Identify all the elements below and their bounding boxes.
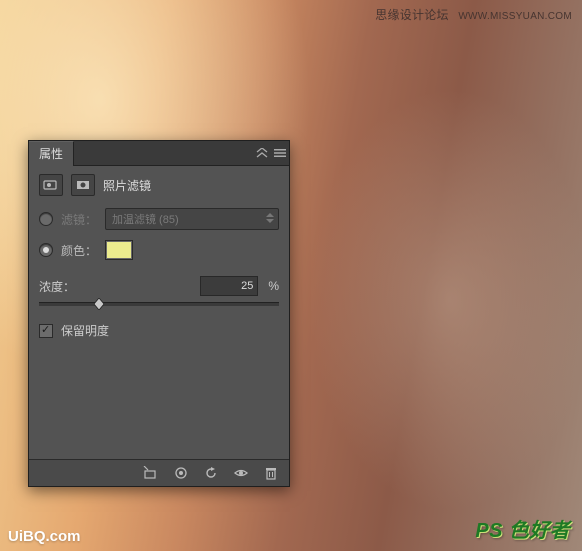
toggle-visibility-icon[interactable]: [231, 464, 251, 482]
color-row: 颜色：: [39, 240, 279, 260]
reset-icon[interactable]: [201, 464, 221, 482]
density-row: 浓度： 25 %: [39, 276, 279, 306]
color-label: 颜色：: [61, 242, 97, 259]
view-previous-state-icon[interactable]: [171, 464, 191, 482]
preserve-luminosity-checkbox[interactable]: [39, 324, 53, 338]
delete-icon[interactable]: [261, 464, 281, 482]
density-slider[interactable]: [39, 302, 279, 306]
panel-menu-icon[interactable]: [271, 145, 289, 161]
panel-footer: [29, 459, 289, 486]
filter-select[interactable]: 加温滤镜 (85): [105, 208, 279, 230]
watermark-top: 思缘设计论坛 WWW.MISSYUAN.COM: [375, 6, 572, 23]
filter-label: 滤镜：: [61, 211, 97, 228]
adjustment-layer-icon[interactable]: [39, 174, 63, 196]
watermark-bottom-left: UiBQ.com: [8, 528, 81, 545]
filter-row: 滤镜： 加温滤镜 (85): [39, 208, 279, 230]
preserve-luminosity-row: 保留明度: [39, 322, 279, 339]
watermark-top-text: 思缘设计论坛: [375, 8, 448, 22]
mask-icon[interactable]: [71, 174, 95, 196]
clip-to-layer-icon[interactable]: [141, 464, 161, 482]
panel-title-row: 照片滤镜: [39, 174, 279, 196]
panel-tab-properties[interactable]: 属性: [29, 141, 74, 166]
properties-panel: 属性 照片滤镜 滤镜： 加温滤镜 (85): [28, 140, 290, 487]
panel-body: 照片滤镜 滤镜： 加温滤镜 (85) 颜色： 浓度： 25 %: [29, 166, 289, 459]
preserve-luminosity-label: 保留明度: [61, 322, 109, 339]
slider-thumb-icon[interactable]: [94, 298, 104, 310]
watermark-bottom-right: PS 色好者: [475, 514, 570, 543]
density-value-input[interactable]: 25: [200, 276, 258, 296]
color-radio[interactable]: [39, 243, 53, 257]
filter-radio[interactable]: [39, 212, 53, 226]
panel-title: 照片滤镜: [103, 177, 151, 194]
color-swatch[interactable]: [105, 240, 133, 260]
dropdown-caret-icon: [266, 213, 274, 226]
density-unit: %: [268, 279, 279, 293]
filter-select-value: 加温滤镜 (85): [112, 211, 179, 227]
density-label: 浓度：: [39, 278, 75, 295]
panel-tabbar: 属性: [29, 141, 289, 166]
watermark-top-url: WWW.MISSYUAN.COM: [458, 11, 572, 22]
collapse-double-chevron-icon[interactable]: [253, 145, 271, 161]
